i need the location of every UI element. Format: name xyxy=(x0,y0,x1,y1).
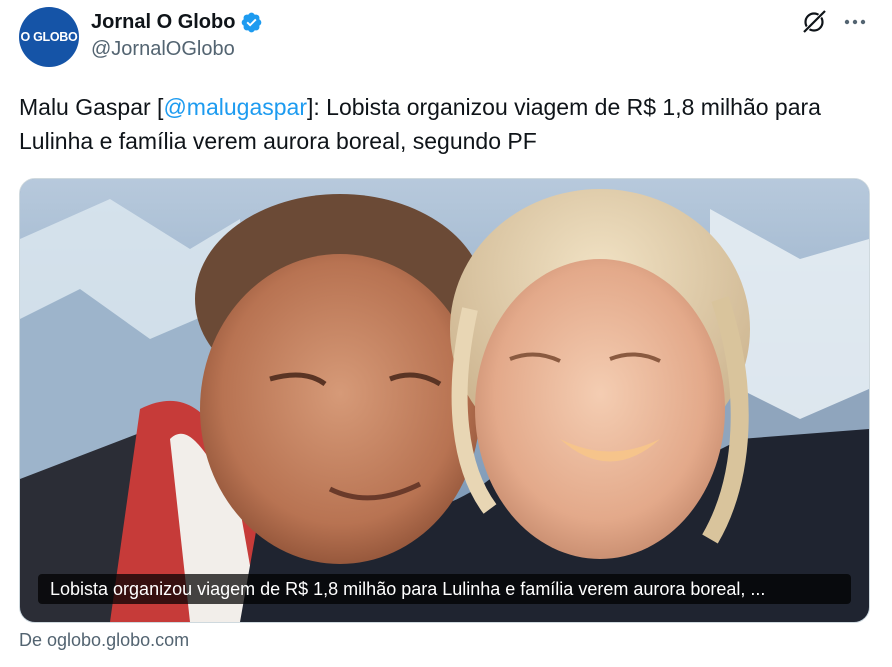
author-name-row: Jornal O Globo xyxy=(91,8,263,36)
tweet[interactable]: O GLOBO Jornal O Globo @JornalOGlobo Mal… xyxy=(0,0,892,667)
tweet-text: Malu Gaspar [@malugaspar]: Lobista organ… xyxy=(19,90,879,158)
author-handle[interactable]: @JornalOGlobo xyxy=(91,38,235,61)
link-card[interactable]: Lobista organizou viagem de R$ 1,8 milhã… xyxy=(19,178,870,623)
link-card-source[interactable]: De oglobo.globo.com xyxy=(19,630,189,651)
avatar-logo-text: O GLOBO xyxy=(20,30,78,44)
link-card-caption: Lobista organizou viagem de R$ 1,8 milhã… xyxy=(38,574,851,604)
link-card-image xyxy=(20,179,869,622)
avatar[interactable]: O GLOBO xyxy=(19,7,79,67)
mention-link[interactable]: @malugaspar xyxy=(163,94,307,120)
display-name[interactable]: Jornal O Globo xyxy=(91,11,235,34)
grok-icon[interactable] xyxy=(800,8,828,36)
tweet-text-prefix: Malu Gaspar [ xyxy=(19,94,164,120)
verified-badge-icon xyxy=(242,12,262,32)
more-icon[interactable] xyxy=(842,9,868,35)
